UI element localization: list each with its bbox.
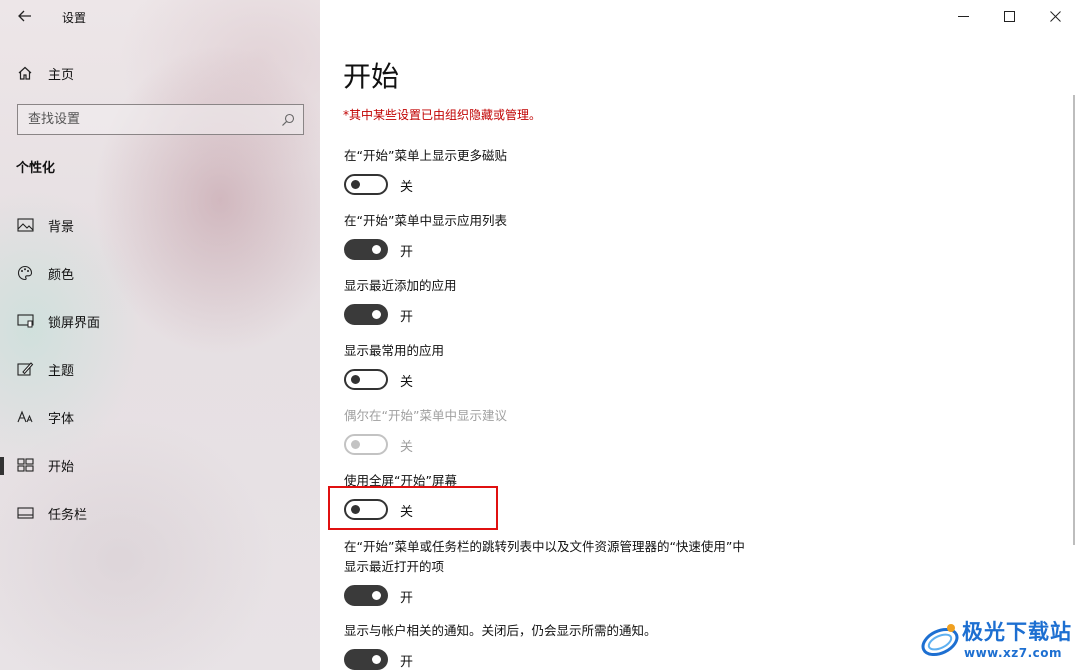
back-button[interactable] — [14, 5, 36, 27]
recently-added-toggle[interactable] — [344, 304, 388, 325]
setting-account-notifications: 显示与帐户相关的通知。关闭后，仍会显示所需的通知。 开 — [344, 621, 804, 670]
sidebar-item-label: 字体 — [48, 411, 75, 427]
maximize-button[interactable] — [986, 0, 1032, 32]
sidebar: 设置 主页 个性化 背景 颜色 锁屏界面 主题 — [0, 0, 320, 670]
watermark-name: 极光下载站 — [962, 620, 1072, 644]
search-icon[interactable] — [281, 113, 295, 127]
sidebar-item-taskbar[interactable]: 任务栏 — [0, 493, 320, 533]
suggestions-toggle — [344, 434, 388, 455]
setting-title-line2: 显示最近打开的项 — [344, 559, 445, 574]
setting-title: 显示最常用的应用 — [344, 343, 445, 358]
toggle-state: 开 — [400, 591, 414, 606]
setting-title: 显示最近添加的应用 — [344, 278, 457, 293]
font-icon — [16, 408, 34, 426]
scrollbar[interactable] — [1073, 95, 1075, 545]
sidebar-item-themes[interactable]: 主题 — [0, 349, 320, 389]
toggle-state: 关 — [400, 440, 414, 455]
toggle-state: 关 — [400, 375, 414, 390]
close-button[interactable] — [1032, 0, 1078, 32]
home-icon — [16, 64, 34, 82]
watermark-url: www.xz7.com — [964, 646, 1063, 660]
sidebar-item-label: 开始 — [48, 459, 75, 475]
back-arrow-icon — [18, 10, 31, 22]
recent-items-toggle[interactable] — [344, 585, 388, 606]
sidebar-item-start[interactable]: 开始 — [0, 445, 320, 485]
most-used-toggle[interactable] — [344, 369, 388, 390]
org-managed-warning: *其中某些设置已由组织隐藏或管理。 — [343, 108, 542, 122]
setting-most-used: 显示最常用的应用 关 — [344, 341, 804, 393]
sidebar-item-lock-screen[interactable]: 锁屏界面 — [0, 301, 320, 341]
search-input[interactable] — [18, 105, 303, 134]
app-title: 设置 — [62, 11, 87, 25]
brush-icon — [16, 360, 34, 378]
maximize-icon — [1003, 10, 1015, 22]
account-notifications-toggle[interactable] — [344, 649, 388, 670]
setting-title: 显示与帐户相关的通知。关闭后，仍会显示所需的通知。 — [344, 623, 657, 638]
highlight-box — [328, 486, 498, 530]
sidebar-item-colors[interactable]: 颜色 — [0, 253, 320, 293]
toggle-state: 开 — [400, 310, 414, 325]
sidebar-item-home[interactable]: 主页 — [0, 53, 320, 93]
section-title: 个性化 — [16, 161, 56, 176]
setting-title: 在“开始”菜单上显示更多磁贴 — [344, 148, 507, 163]
close-icon — [1049, 10, 1061, 22]
sidebar-item-fonts[interactable]: 字体 — [0, 397, 320, 437]
sidebar-item-label: 颜色 — [48, 267, 75, 283]
setting-suggestions: 偶尔在“开始”菜单中显示建议 关 — [344, 406, 804, 458]
app-list-toggle[interactable] — [344, 239, 388, 260]
setting-recently-added: 显示最近添加的应用 开 — [344, 276, 804, 328]
setting-app-list: 在“开始”菜单中显示应用列表 开 — [344, 211, 804, 263]
sidebar-item-background[interactable]: 背景 — [0, 205, 320, 245]
setting-more-tiles: 在“开始”菜单上显示更多磁贴 关 — [344, 146, 804, 198]
setting-title: 在“开始”菜单中显示应用列表 — [344, 213, 507, 228]
toggle-state: 开 — [400, 245, 414, 260]
sidebar-item-label: 锁屏界面 — [48, 315, 101, 331]
taskbar-icon — [16, 504, 34, 522]
minimize-button[interactable] — [940, 0, 986, 32]
palette-icon — [16, 264, 34, 282]
picture-icon — [16, 216, 34, 234]
setting-title: 偶尔在“开始”菜单中显示建议 — [344, 408, 507, 423]
sidebar-item-label: 主页 — [48, 67, 75, 83]
more-tiles-toggle[interactable] — [344, 174, 388, 195]
lock-screen-icon — [16, 312, 34, 330]
toggle-state: 开 — [400, 655, 414, 670]
minimize-icon — [957, 15, 969, 17]
setting-recent-items: 在“开始”菜单或任务栏的跳转列表中以及文件资源管理器的“快速使用”中 显示最近打… — [344, 537, 804, 609]
search-box[interactable] — [17, 104, 304, 135]
watermark: 极光下载站 www.xz7.com — [918, 614, 1074, 666]
page-title: 开始 — [343, 60, 400, 93]
toggle-state: 关 — [400, 180, 414, 195]
start-icon — [16, 456, 34, 474]
aurora-logo-icon — [921, 624, 959, 657]
sidebar-item-label: 背景 — [48, 219, 75, 235]
sidebar-item-label: 主题 — [48, 363, 75, 379]
setting-title: 在“开始”菜单或任务栏的跳转列表中以及文件资源管理器的“快速使用”中 — [344, 539, 745, 554]
sidebar-item-label: 任务栏 — [48, 507, 88, 523]
